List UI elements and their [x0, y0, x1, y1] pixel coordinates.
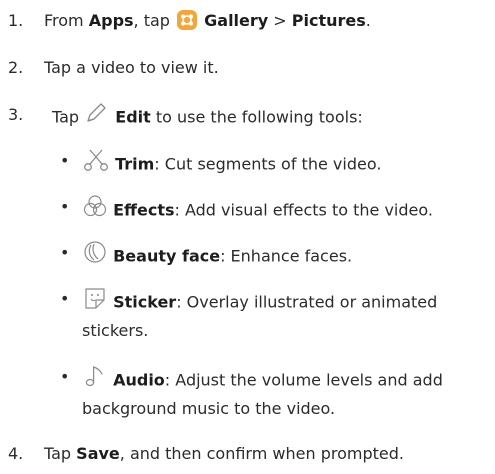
- tool-description: : Overlay illustrated or animated: [176, 292, 438, 312]
- step-text: Tap: [44, 444, 77, 463]
- step-text: to use the following tools:: [150, 107, 363, 127]
- bullet: •: [60, 367, 70, 386]
- edit-pencil-icon: [84, 102, 110, 130]
- step-number: 2.: [8, 58, 24, 77]
- gallery-app-icon: [177, 9, 198, 30]
- tool-description: : Cut segments of the video.: [154, 154, 382, 174]
- tool-description: : Enhance faces.: [220, 246, 353, 266]
- save-label: Save: [76, 444, 120, 463]
- step-text: .: [365, 11, 371, 30]
- tool-name: Audio: [113, 370, 165, 390]
- edit-label: Edit: [115, 107, 151, 127]
- effects-icon: [82, 194, 108, 224]
- tool-name: Effects: [113, 200, 175, 220]
- step-number: 1.: [8, 11, 24, 30]
- bullet: •: [60, 197, 70, 216]
- step-number: 3.: [8, 105, 24, 124]
- step-text: Tap: [52, 107, 85, 127]
- step-text: , tap: [133, 11, 176, 30]
- step-number: 4.: [8, 444, 24, 463]
- beauty-face-icon: [82, 240, 108, 270]
- tool-description-continued: stickers.: [82, 321, 149, 340]
- tool-name: Trim: [115, 154, 155, 174]
- tool-description: : Add visual effects to the video.: [174, 200, 433, 220]
- step-text: , and then confirm when prompted.: [119, 444, 404, 463]
- separator: >: [268, 11, 292, 30]
- bullet: •: [60, 151, 70, 170]
- bullet: •: [60, 243, 70, 262]
- bullet: •: [60, 289, 70, 308]
- scissors-icon: [82, 148, 110, 178]
- tool-name: Sticker: [113, 292, 177, 312]
- step-text: From: [44, 11, 89, 30]
- tool-description-continued: background music to the video.: [82, 399, 336, 418]
- tool-description: : Adjust the volume levels and add: [164, 370, 443, 390]
- pictures-label: Pictures: [291, 11, 366, 30]
- step-text: Tap a video to view it.: [44, 58, 219, 77]
- sticker-icon: [82, 286, 108, 316]
- gallery-label: Gallery: [204, 11, 269, 30]
- audio-icon: [82, 364, 108, 394]
- apps-label: Apps: [88, 11, 134, 30]
- tool-name: Beauty face: [113, 246, 221, 266]
